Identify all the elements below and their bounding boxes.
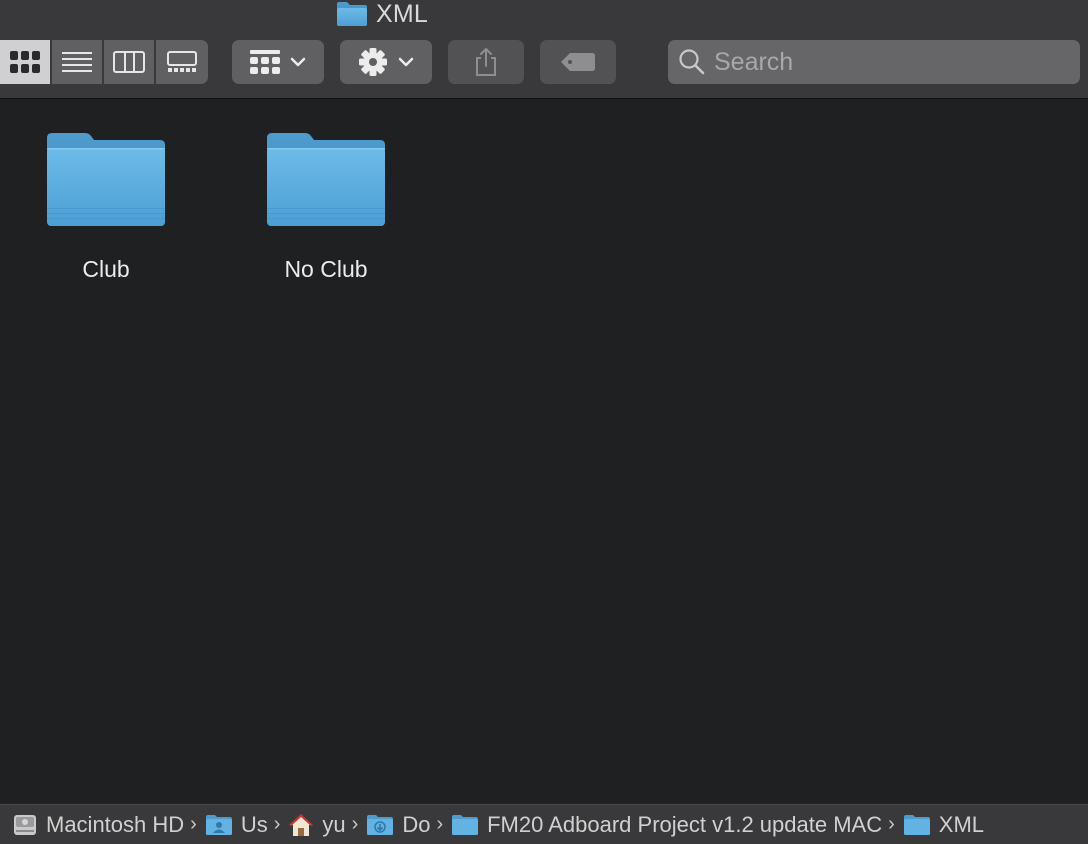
- gear-icon: [359, 48, 387, 76]
- view-mode-control: [0, 40, 208, 84]
- chevron-right-icon: ›: [190, 813, 197, 835]
- folder-icon: [903, 814, 930, 835]
- path-crumb-fm20-adboard-project[interactable]: FM20 Adboard Project v1.2 update MAC: [451, 812, 882, 838]
- chevron-down-icon: [398, 57, 414, 67]
- icon-grid-icon: [10, 51, 40, 73]
- tag-icon: [561, 53, 595, 71]
- path-crumb-label: XML: [938, 811, 985, 837]
- path-crumb-label: FM20 Adboard Project v1.2 update MAC: [487, 811, 883, 837]
- path-bar: Macintosh HD › Us › yu › Do › FM20 Adboa…: [0, 804, 1088, 844]
- toolbar: XML: [0, 0, 1088, 99]
- search-input[interactable]: [714, 47, 1074, 77]
- share-button[interactable]: [448, 40, 524, 84]
- group-grid-icon: [250, 50, 280, 74]
- downloads-folder-icon: [367, 814, 394, 835]
- path-crumb-home[interactable]: yu: [288, 811, 346, 838]
- group-by-button[interactable]: [232, 40, 324, 84]
- folder-icon: [337, 2, 367, 26]
- list-icon: [62, 52, 92, 72]
- chevron-down-icon: [290, 57, 306, 67]
- file-browser-content: Club No Club: [0, 100, 1088, 804]
- folder-icon: [267, 133, 385, 226]
- path-crumb-label: yu: [322, 811, 346, 837]
- icon-view-button[interactable]: [0, 40, 52, 84]
- column-view-button[interactable]: [104, 40, 156, 84]
- folder-label: No Club: [284, 256, 368, 282]
- folder-label: Club: [82, 256, 130, 282]
- path-crumb-downloads[interactable]: Do: [366, 812, 430, 838]
- gallery-icon: [167, 51, 197, 72]
- path-crumb-label: Macintosh HD: [46, 811, 185, 837]
- path-crumb-xml[interactable]: XML: [903, 812, 984, 838]
- search-field[interactable]: [668, 40, 1080, 84]
- folder-item-no-club[interactable]: No Club: [246, 130, 406, 283]
- chevron-right-icon: ›: [351, 813, 359, 835]
- tag-button[interactable]: [540, 40, 616, 84]
- hard-drive-icon: [14, 814, 36, 835]
- chevron-right-icon: ›: [436, 813, 444, 835]
- folder-icon: [47, 133, 165, 226]
- share-icon: [476, 48, 496, 76]
- search-icon: [679, 49, 705, 75]
- list-view-button[interactable]: [52, 40, 104, 84]
- columns-icon: [113, 51, 145, 73]
- gallery-view-button[interactable]: [156, 40, 208, 84]
- window-title: XML: [336, 0, 428, 28]
- home-icon: [289, 813, 314, 836]
- path-crumb-label: Us: [240, 811, 268, 837]
- chevron-right-icon: ›: [888, 813, 895, 835]
- users-folder-icon: [205, 814, 232, 835]
- path-crumb-users[interactable]: Us: [205, 812, 268, 838]
- path-crumb-label: Do: [402, 811, 431, 837]
- action-button[interactable]: [340, 40, 432, 84]
- folder-item-club[interactable]: Club: [26, 130, 186, 283]
- chevron-right-icon: ›: [273, 813, 281, 835]
- window-title-text: XML: [376, 0, 429, 28]
- folder-icon: [452, 814, 479, 835]
- path-crumb-macintosh-hd[interactable]: Macintosh HD: [12, 812, 184, 838]
